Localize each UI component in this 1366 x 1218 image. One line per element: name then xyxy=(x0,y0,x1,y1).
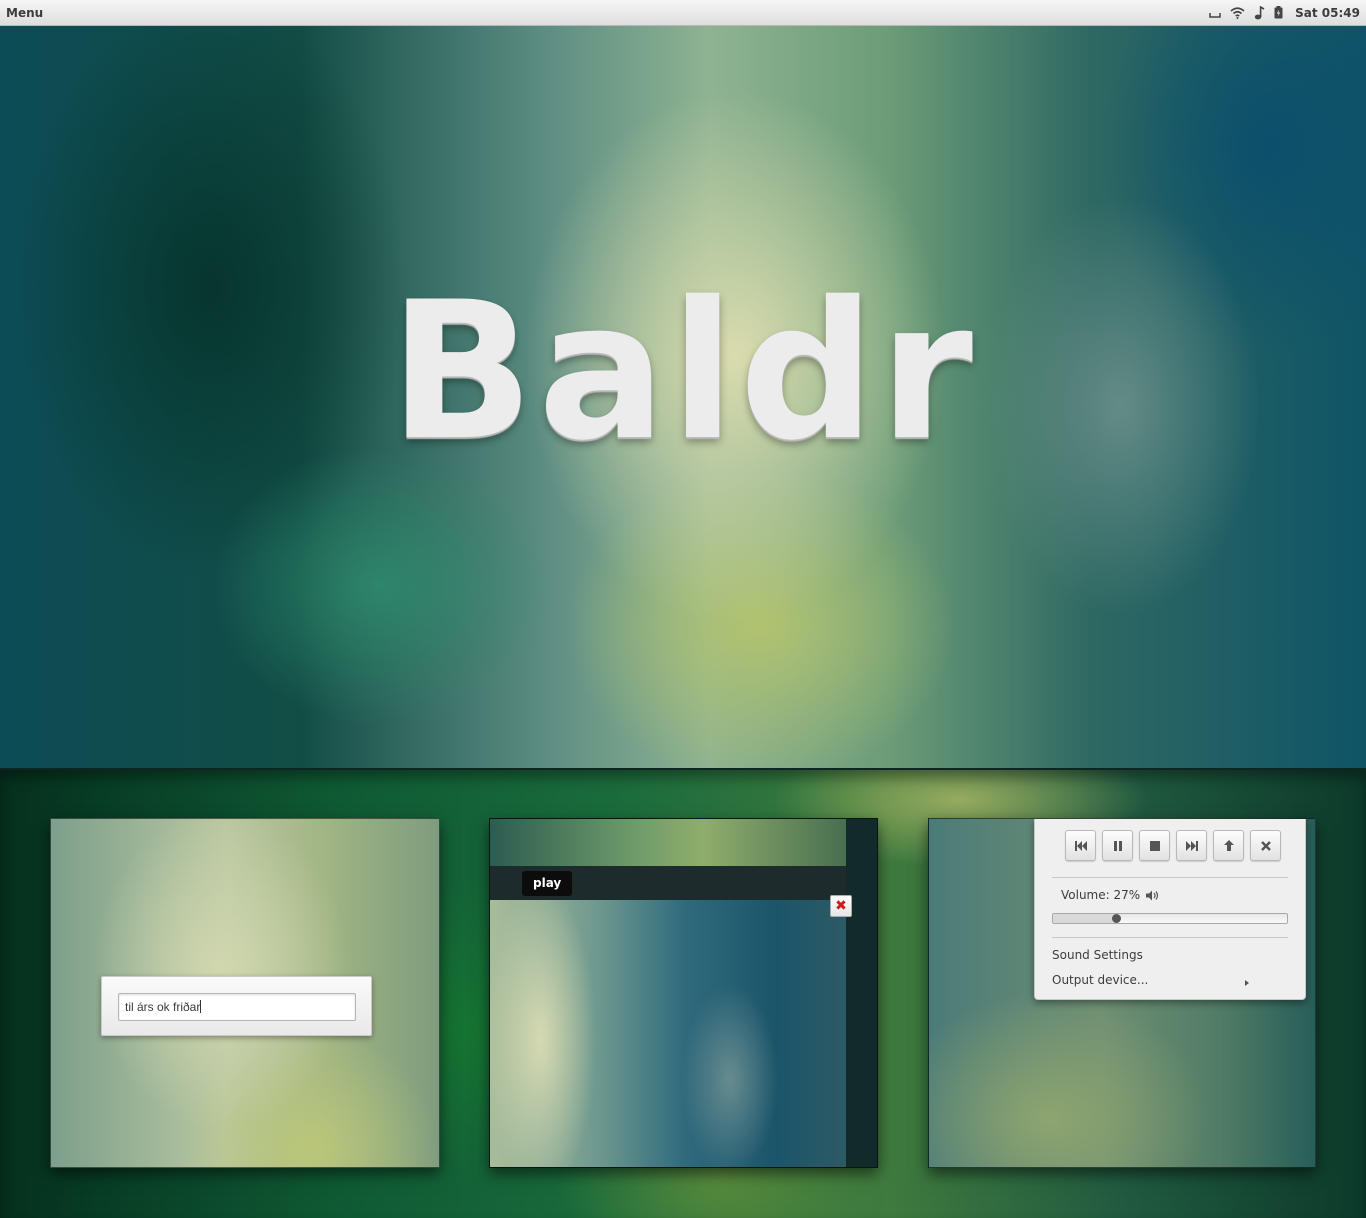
menu-button[interactable]: Menu xyxy=(6,6,43,20)
menu-separator xyxy=(1052,877,1288,878)
close-icon[interactable]: ✖ xyxy=(830,895,852,917)
keyboard-icon[interactable] xyxy=(1209,7,1221,19)
next-button[interactable] xyxy=(1176,830,1207,861)
player-sidebar xyxy=(846,819,877,1167)
close-button[interactable] xyxy=(1250,830,1281,861)
pause-icon xyxy=(1113,840,1122,851)
stop-button[interactable] xyxy=(1139,830,1170,861)
volume-slider[interactable] xyxy=(1052,913,1288,924)
thumbnail-sound-menu: Volume: 27% Sound Settings Output device… xyxy=(928,818,1316,1168)
speaker-icon xyxy=(1146,890,1159,900)
hero-title: Baldr xyxy=(389,261,977,482)
music-note-icon[interactable] xyxy=(1254,5,1265,20)
player-header xyxy=(490,819,846,866)
volume-slider-knob[interactable] xyxy=(1112,914,1122,923)
pause-button[interactable] xyxy=(1102,830,1133,861)
media-controls xyxy=(1065,830,1281,861)
submenu-arrow-icon xyxy=(1245,980,1249,986)
sound-menu: Volume: 27% Sound Settings Output device… xyxy=(1034,819,1306,1000)
next-icon xyxy=(1185,840,1198,851)
play-button[interactable]: play xyxy=(522,871,573,896)
text-input[interactable]: til árs ok friðar xyxy=(118,993,356,1021)
system-tray: Sat 05:49 xyxy=(1209,5,1360,20)
stop-icon xyxy=(1149,840,1160,851)
volume-slider-fill xyxy=(1053,914,1117,923)
sound-settings-item[interactable]: Sound Settings xyxy=(1052,948,1143,962)
battery-icon[interactable] xyxy=(1274,6,1283,19)
eject-icon xyxy=(1223,840,1234,851)
wifi-icon[interactable] xyxy=(1230,6,1245,19)
volume-row: Volume: 27% xyxy=(1061,888,1160,902)
thumbnail-player: play ✖ xyxy=(489,818,878,1168)
volume-label: Volume: 27% xyxy=(1061,888,1141,902)
text-input-value: til árs ok friðar xyxy=(125,1000,201,1014)
text-caret xyxy=(200,1000,202,1013)
top-panel: Menu Sat 05:49 xyxy=(0,0,1366,26)
previous-button[interactable] xyxy=(1065,830,1096,861)
eject-button[interactable] xyxy=(1213,830,1244,861)
entry-dialog: til árs ok friðar xyxy=(101,976,372,1036)
hero-wallpaper: Baldr xyxy=(0,26,1366,768)
player-toolbar: play xyxy=(490,866,846,900)
thumbnail-dialog: til árs ok friðar xyxy=(50,818,440,1168)
clock[interactable]: Sat 05:49 xyxy=(1295,6,1360,20)
menu-separator xyxy=(1052,937,1288,938)
close-icon xyxy=(1260,840,1271,851)
previous-icon xyxy=(1074,840,1087,851)
player-content xyxy=(490,900,846,1167)
output-device-item[interactable]: Output device... xyxy=(1052,973,1148,987)
